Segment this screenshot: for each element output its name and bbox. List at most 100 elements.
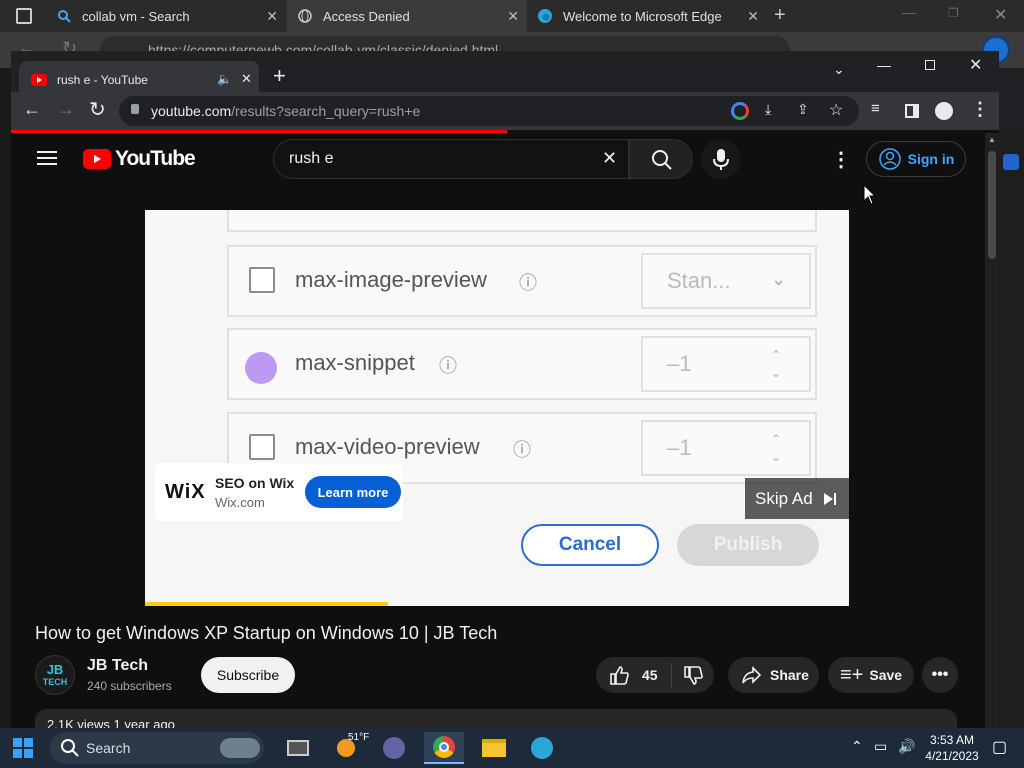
- search-highlight-image: [220, 738, 260, 758]
- video-frame-value: Stan...: [667, 268, 731, 293]
- forward-icon[interactable]: →: [57, 99, 75, 120]
- install-icon[interactable]: ⤓: [765, 101, 771, 118]
- skip-next-icon: [823, 492, 836, 505]
- checkbox-cursor-icon: [245, 352, 277, 384]
- video-frame-row: max-image-preview ⓘ Stan... ⌄: [227, 245, 817, 317]
- new-tab-icon[interactable]: +: [774, 4, 786, 27]
- account-icon: [878, 148, 901, 170]
- volume-icon[interactable]: 🔊: [898, 738, 915, 755]
- clock-time: 3:53 AM: [929, 733, 975, 747]
- subscribe-button[interactable]: Subscribe: [201, 657, 295, 693]
- settings-menu-icon[interactable]: ⋮: [831, 147, 851, 172]
- notifications-icon[interactable]: ▢: [992, 737, 1007, 757]
- search-icon: [652, 150, 672, 170]
- lock-icon: [131, 104, 139, 114]
- globe-icon: [297, 8, 313, 24]
- close-icon[interactable]: ✕: [241, 71, 252, 87]
- video-frame-row: max-snippet ⓘ –1 ⌃ ⌄: [227, 328, 817, 400]
- edge-sidebar-icon: [1003, 154, 1019, 170]
- share-label: Share: [770, 667, 809, 683]
- chrome-tab-strip: rush e - YouTube 🔈 ✕ + ⌄ — ✕: [11, 51, 999, 98]
- chrome-menu-icon[interactable]: ⋮: [971, 99, 989, 120]
- close-window-icon[interactable]: ✕: [969, 55, 982, 75]
- add-to-playlist-icon: ≡+: [840, 663, 864, 686]
- description-box[interactable]: 2.1K views 1 year ago: [35, 709, 957, 728]
- maximize-icon[interactable]: [925, 60, 935, 70]
- hamburger-menu-icon[interactable]: [37, 151, 57, 165]
- weather-icon[interactable]: 51°F: [326, 732, 370, 764]
- wix-logo: WiX: [165, 481, 206, 503]
- clock-date: 4/21/2023: [925, 749, 979, 763]
- learn-more-button[interactable]: Learn more: [305, 476, 401, 508]
- close-icon[interactable]: ✕: [266, 8, 278, 25]
- youtube-logo[interactable]: YouTube: [83, 147, 196, 171]
- share-icon: [742, 666, 762, 684]
- search-input[interactable]: rush e ✕: [273, 139, 629, 179]
- teams-icon[interactable]: [374, 732, 414, 764]
- sign-in-button[interactable]: Sign in: [866, 141, 966, 177]
- taskbar-search[interactable]: Search: [50, 732, 264, 764]
- video-title: How to get Windows XP Startup on Windows…: [35, 623, 498, 643]
- task-view-icon[interactable]: [278, 732, 318, 764]
- edge-tab-title: collab vm - Search: [82, 8, 190, 24]
- save-button[interactable]: ≡+ Save: [828, 657, 914, 693]
- chevron-up-icon[interactable]: ⌃: [851, 738, 863, 755]
- video-frame-label: max-image-preview: [295, 267, 487, 292]
- taskbar-clock[interactable]: 3:53 AM 4/21/2023: [920, 732, 984, 764]
- side-panel-icon[interactable]: [905, 104, 919, 118]
- omnibox[interactable]: youtube.com/results?search_query=rush+e …: [119, 96, 859, 126]
- chrome-taskbar-icon[interactable]: [424, 732, 464, 764]
- tab-search-icon[interactable]: ⌄: [833, 61, 845, 78]
- page-scrollbar[interactable]: ▲: [985, 133, 999, 728]
- like-button[interactable]: 45: [596, 663, 672, 687]
- google-lens-icon[interactable]: [731, 102, 749, 120]
- more-horizontal-icon: •••: [931, 666, 949, 683]
- chrome-tab-title: rush e - YouTube: [57, 72, 148, 87]
- minimize-icon[interactable]: —: [877, 57, 891, 73]
- tab-actions-icon[interactable]: [16, 8, 32, 24]
- edge-logo-icon: [537, 8, 553, 24]
- info-icon: ⓘ: [513, 440, 531, 460]
- edge-tab-access-denied[interactable]: Access Denied ✕: [287, 0, 527, 32]
- thumbs-down-icon: [684, 666, 703, 685]
- back-icon[interactable]: ←: [23, 99, 41, 120]
- voice-search-button[interactable]: [701, 139, 741, 179]
- bookmark-star-icon[interactable]: ☆: [829, 100, 843, 120]
- network-icon[interactable]: ▭: [874, 738, 887, 755]
- mouse-pointer-icon: [863, 184, 877, 205]
- scrollbar-thumb[interactable]: [988, 151, 996, 259]
- reload-icon[interactable]: ↻: [89, 97, 106, 122]
- video-player[interactable]: max-image-preview ⓘ Stan... ⌄ max-snippet…: [145, 210, 849, 606]
- save-label: Save: [869, 667, 903, 683]
- weather-temp: 51°F: [348, 732, 370, 743]
- close-window-icon[interactable]: ✕: [994, 5, 1007, 25]
- audio-playing-icon[interactable]: 🔈: [217, 72, 232, 86]
- minimize-icon[interactable]: —: [902, 4, 916, 20]
- restore-icon[interactable]: ❐: [948, 6, 959, 20]
- windows-start-icon[interactable]: [13, 738, 33, 758]
- chrome-toolbar: ← → ↻ youtube.com/results?search_query=r…: [11, 92, 999, 130]
- video-frame-cancel: Cancel: [521, 524, 659, 566]
- share-icon[interactable]: ⇪: [797, 101, 809, 118]
- edge-taskbar-icon[interactable]: [522, 732, 562, 764]
- scroll-up-icon[interactable]: ▲: [988, 135, 996, 144]
- channel-avatar[interactable]: JB TECH: [35, 655, 75, 695]
- share-button[interactable]: Share: [728, 657, 819, 693]
- new-tab-icon[interactable]: +: [273, 63, 286, 89]
- edge-tab-welcome[interactable]: Welcome to Microsoft Edge ✕: [527, 0, 767, 32]
- profile-icon[interactable]: [935, 102, 953, 120]
- file-explorer-icon[interactable]: [474, 732, 514, 764]
- search-button[interactable]: [629, 139, 693, 179]
- taskbar-search-label: Search: [86, 740, 131, 756]
- skip-ad-button[interactable]: Skip Ad: [745, 478, 849, 519]
- close-icon[interactable]: ✕: [507, 8, 519, 25]
- clear-search-icon[interactable]: ✕: [602, 148, 617, 169]
- close-icon[interactable]: ✕: [747, 8, 759, 25]
- channel-name[interactable]: JB Tech: [87, 657, 148, 675]
- edge-tab-collab-search[interactable]: collab vm - Search ✕: [46, 0, 286, 32]
- more-actions-button[interactable]: •••: [922, 657, 958, 693]
- dislike-button[interactable]: [672, 664, 704, 686]
- media-controls-icon[interactable]: ≡: [871, 100, 880, 117]
- ad-domain: Wix.com: [215, 495, 265, 510]
- video-frame-stepper: –1 ⌃ ⌄: [641, 336, 811, 392]
